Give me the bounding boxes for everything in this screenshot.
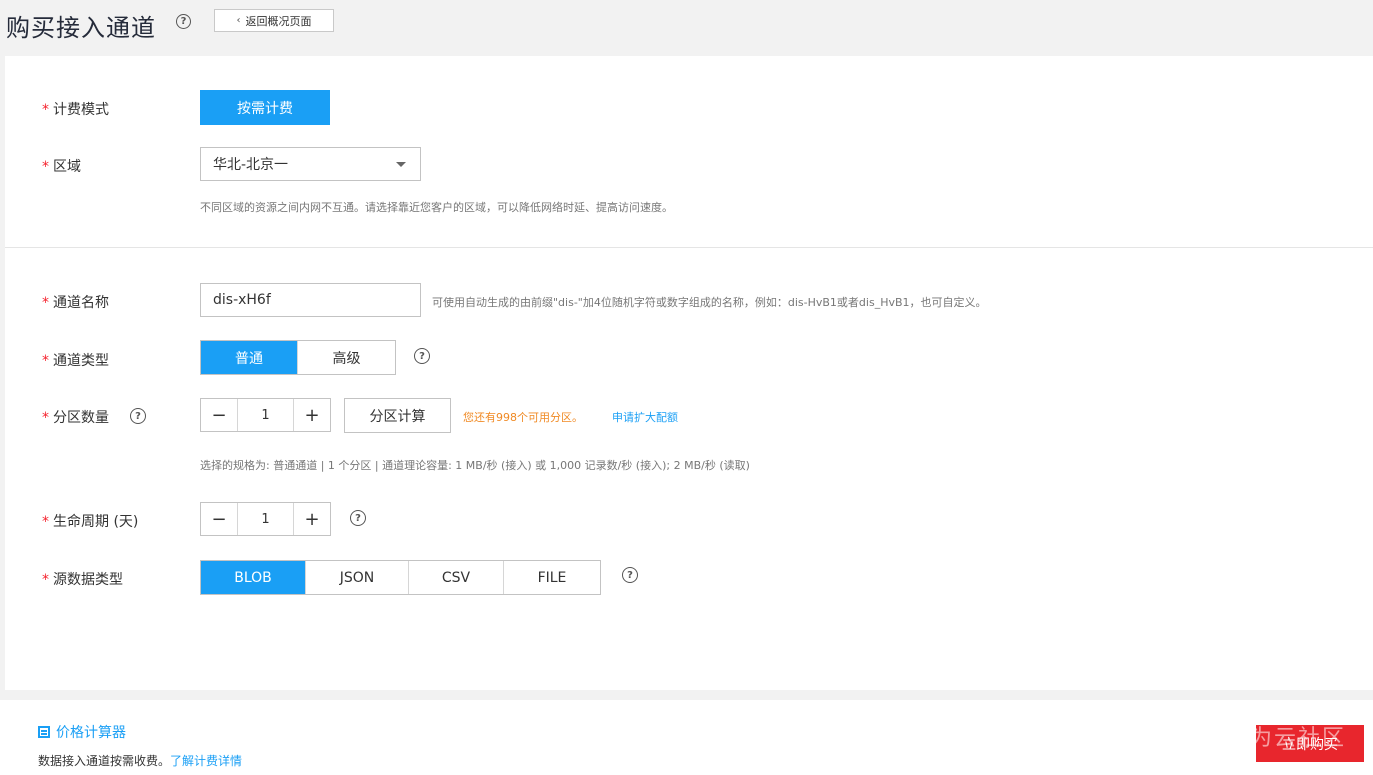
source-data-type-selector: BLOB JSON CSV FILE [200, 560, 601, 595]
partition-count-label: * 分区数量 [42, 410, 109, 426]
partition-calc-button[interactable]: 分区计算 [344, 398, 451, 433]
price-calculator-label: 价格计算器 [56, 725, 126, 741]
channel-name-input[interactable] [200, 283, 421, 317]
buy-now-button[interactable]: 立即购买 [1256, 725, 1364, 762]
partition-increment-button[interactable]: + [294, 399, 330, 431]
channel-type-normal-option[interactable]: 普通 [201, 341, 298, 374]
region-select[interactable]: 华北-北京一 [200, 147, 421, 181]
lifecycle-label: * 生命周期 (天) [42, 514, 139, 530]
source-type-csv-option[interactable]: CSV [409, 561, 504, 594]
required-star: * [42, 295, 49, 311]
source-data-type-label: * 源数据类型 [42, 572, 123, 588]
channel-type-help-icon[interactable]: ? [414, 348, 430, 364]
channel-type-selector: 普通 高级 [200, 340, 396, 375]
required-star: * [42, 514, 49, 530]
billing-mode-label: * 计费模式 [42, 102, 109, 118]
caret-down-icon [396, 162, 406, 167]
back-to-overview-button[interactable]: ‹ 返回概况页面 [214, 9, 334, 32]
spec-summary-hint: 选择的规格为: 普通通道 | 1 个分区 | 通道理论容量: 1 MB/秒 (接… [200, 459, 750, 472]
channel-name-label: * 通道名称 [42, 295, 109, 311]
required-star: * [42, 159, 49, 175]
lifecycle-help-icon[interactable]: ? [350, 510, 366, 526]
billing-details-link[interactable]: 了解计费详情 [170, 754, 242, 768]
request-quota-link[interactable]: 申请扩大配额 [612, 409, 678, 425]
billing-note: 数据接入通道按需收费。了解计费详情 [38, 754, 243, 768]
on-demand-billing-button[interactable]: 按需计费 [200, 90, 330, 125]
partition-decrement-button[interactable]: − [201, 399, 237, 431]
source-type-file-option[interactable]: FILE [504, 561, 600, 594]
lifecycle-value[interactable]: 1 [237, 503, 294, 535]
region-select-value: 华北-北京一 [213, 157, 289, 173]
channel-name-hint: 可使用自动生成的由前缀"dis-"加4位随机字符或数字组成的名称，例如：dis-… [432, 296, 987, 309]
channel-type-advanced-option[interactable]: 高级 [298, 341, 395, 374]
region-hint: 不同区域的资源之间内网不互通。请选择靠近您客户的区域，可以降低网络时延、提高访问… [200, 201, 673, 214]
source-type-json-option[interactable]: JSON [306, 561, 409, 594]
required-star: * [42, 572, 49, 588]
page-header [0, 0, 1373, 56]
source-type-blob-option[interactable]: BLOB [201, 561, 306, 594]
lifecycle-decrement-button[interactable]: − [201, 503, 237, 535]
required-star: * [42, 102, 49, 118]
page-title: 购买接入通道 [6, 14, 156, 42]
partition-help-icon[interactable]: ? [130, 408, 146, 424]
channel-type-label: * 通道类型 [42, 353, 109, 369]
region-label: * 区域 [42, 159, 81, 175]
required-star: * [42, 410, 49, 426]
partition-count-value[interactable]: 1 [237, 399, 294, 431]
price-calculator-link[interactable]: 价格计算器 [38, 722, 126, 742]
lifecycle-increment-button[interactable]: + [294, 503, 330, 535]
title-help-icon[interactable]: ? [176, 14, 191, 29]
calculator-icon [38, 726, 50, 738]
available-partitions-text: 您还有998个可用分区。 [463, 411, 583, 424]
required-star: * [42, 353, 49, 369]
chevron-left-icon: ‹ [236, 15, 241, 26]
source-type-help-icon[interactable]: ? [622, 567, 638, 583]
lifecycle-stepper: − 1 + [200, 502, 331, 536]
partition-count-stepper: − 1 + [200, 398, 331, 432]
back-button-label: 返回概况页面 [245, 14, 312, 28]
